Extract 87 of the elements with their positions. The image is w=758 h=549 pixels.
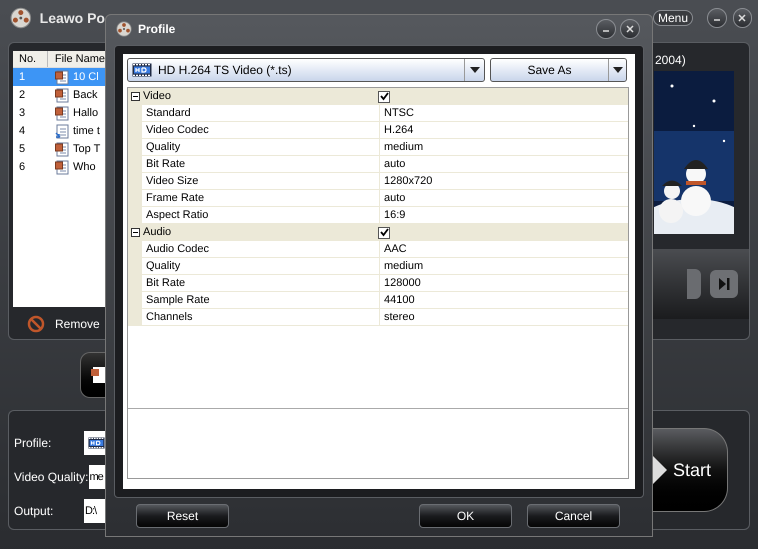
- dialog-button[interactable]: Reset: [136, 504, 229, 528]
- remove-button[interactable]: Remove: [55, 315, 100, 333]
- property-value: H.264: [380, 122, 628, 139]
- format-dropdown[interactable]: HD H.264 TS Video (*.ts): [127, 58, 485, 82]
- close-icon: [625, 24, 635, 34]
- close-icon: [737, 13, 748, 23]
- output-field[interactable]: D:\: [84, 499, 105, 523]
- file-name: time t: [73, 124, 100, 139]
- property-value: auto: [380, 190, 628, 207]
- property-value: 1280x720: [380, 173, 628, 190]
- menu-button[interactable]: Menu: [653, 10, 694, 26]
- start-button[interactable]: Start: [653, 428, 728, 512]
- file-name: Hallo: [73, 106, 98, 121]
- property-name: Bit Rate: [142, 156, 380, 173]
- convert-button[interactable]: [80, 352, 105, 398]
- row-number: 4: [18, 124, 26, 139]
- caret-icon: [470, 67, 480, 73]
- minimize-button[interactable]: [596, 19, 616, 39]
- property-name: Sample Rate: [142, 292, 380, 309]
- app-logo-icon: [10, 7, 32, 29]
- property-value: auto: [380, 156, 628, 173]
- property-name: Frame Rate: [142, 190, 380, 207]
- dialog-title: Profile: [138, 21, 176, 38]
- property-name: Standard: [142, 105, 380, 122]
- dialog-button[interactable]: OK: [419, 504, 512, 528]
- property-value: stereo: [380, 309, 628, 326]
- presentation-file-icon: [55, 70, 69, 84]
- presentation-file-icon: [55, 142, 69, 156]
- skip-next-icon[interactable]: [709, 269, 739, 299]
- presentation-file-icon: [55, 88, 69, 102]
- close-button[interactable]: [620, 19, 640, 39]
- quality-field[interactable]: me: [88, 465, 105, 489]
- caret-icon: [612, 67, 622, 73]
- group-name: Video: [142, 89, 172, 104]
- property-name: Video Codec: [142, 122, 380, 139]
- property-name: Audio Codec: [142, 241, 380, 258]
- property-value: medium: [380, 139, 628, 156]
- property-value: medium: [380, 258, 628, 275]
- property-name: Bit Rate: [142, 275, 380, 292]
- file-row[interactable]: 2 Back: [13, 86, 105, 104]
- file-row[interactable]: 6 Who: [13, 158, 105, 176]
- presentation-file-icon: [55, 106, 69, 120]
- row-number: 3: [18, 106, 26, 121]
- file-icon: [91, 365, 105, 385]
- row-number: 5: [18, 142, 26, 157]
- file-name: Who: [73, 160, 96, 175]
- column-header[interactable]: File Name: [48, 51, 105, 67]
- field-label: Video Quality:: [14, 469, 88, 486]
- save-as-button[interactable]: Save As: [490, 58, 627, 82]
- property-name: Quality: [142, 258, 380, 275]
- row-number: 6: [18, 160, 26, 175]
- collapse-icon[interactable]: [131, 228, 140, 237]
- collapse-icon[interactable]: [131, 92, 140, 101]
- group-checkbox[interactable]: [378, 226, 390, 238]
- profile-field[interactable]: [84, 431, 105, 455]
- property-value: 128000: [380, 275, 628, 292]
- group-checkbox[interactable]: [378, 90, 390, 102]
- no-entry-icon: [27, 315, 45, 333]
- hd-film-icon: [88, 436, 105, 450]
- property-name: Video Size: [142, 173, 380, 190]
- close-button[interactable]: [732, 8, 752, 28]
- preview-title: 2004): [654, 52, 687, 69]
- column-header[interactable]: No.: [13, 51, 48, 67]
- file-row[interactable]: 5 Top T: [13, 140, 105, 158]
- property-value: NTSC: [380, 105, 628, 122]
- property-value: AAC: [380, 241, 628, 258]
- minimize-button[interactable]: [707, 8, 727, 28]
- property-name: Quality: [142, 139, 380, 156]
- property-value: 16:9: [380, 207, 628, 224]
- property-name: Aspect Ratio: [142, 207, 380, 224]
- property-value: 44100: [380, 292, 628, 309]
- property-name: Channels: [142, 309, 380, 326]
- row-number: 2: [18, 88, 26, 103]
- row-number: 1: [18, 70, 26, 85]
- file-name: Back: [73, 88, 98, 103]
- file-row[interactable]: 3 Hallo: [13, 104, 105, 122]
- file-row[interactable]: 4 time t: [13, 122, 105, 140]
- dialog-button[interactable]: Cancel: [527, 504, 620, 528]
- hd-film-icon: [132, 63, 152, 77]
- group-name: Audio: [142, 225, 172, 240]
- field-label: Output:: [14, 503, 54, 520]
- app-title: Leawo Po: [40, 8, 105, 28]
- file-name: 10 Cl: [73, 70, 99, 85]
- dialog-logo-icon: [116, 21, 132, 37]
- field-label: Profile:: [14, 435, 52, 452]
- presentation-file-icon: [55, 160, 69, 174]
- file-name: Top T: [73, 142, 100, 157]
